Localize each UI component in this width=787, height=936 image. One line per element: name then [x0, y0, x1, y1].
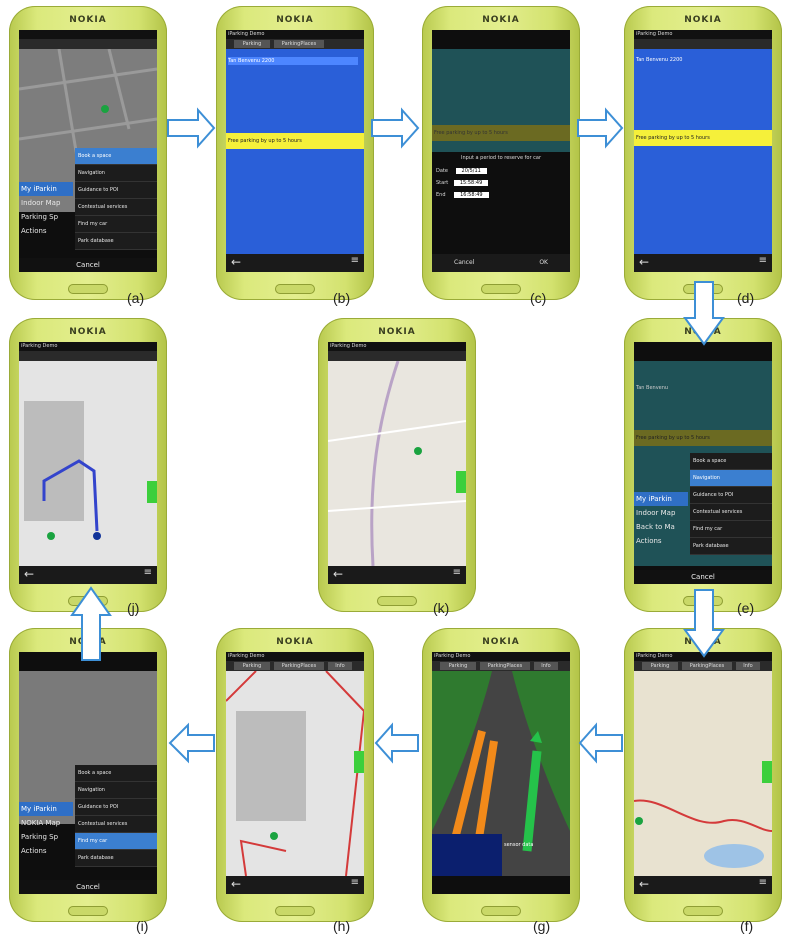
arrow-f-g [578, 722, 623, 764]
arrow-g-h [374, 722, 419, 764]
arrow-d-e [683, 281, 725, 346]
flow-arrows [70, 107, 725, 764]
arrow-e-f [683, 589, 725, 658]
arrow-b-c [371, 107, 420, 149]
arrow-a-b [167, 107, 216, 149]
arrow-c-d [577, 107, 624, 149]
arrow-i-j [70, 586, 112, 661]
arrow-h-i [168, 722, 215, 764]
